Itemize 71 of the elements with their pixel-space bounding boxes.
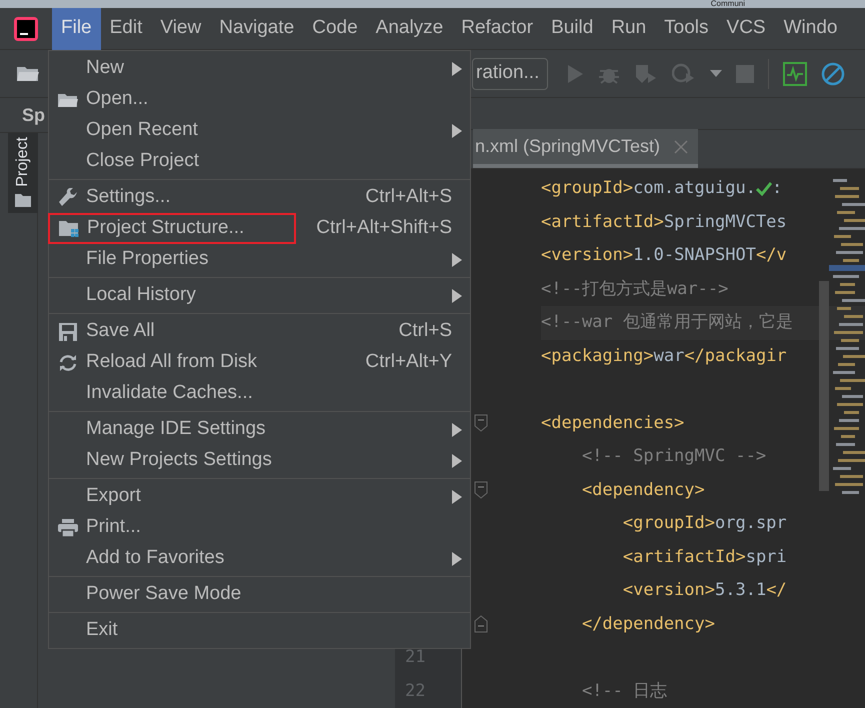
code-line: <groupId>org.spr (622, 512, 787, 535)
run-configuration-dropdown[interactable]: ration... (472, 58, 548, 90)
menu-item[interactable]: Open... (49, 84, 470, 115)
shield-play-icon[interactable] (634, 62, 658, 84)
fold-marker-icon[interactable] (474, 414, 488, 432)
menu-bar-item[interactable]: Windo (774, 8, 846, 50)
play-icon[interactable] (566, 64, 584, 84)
check-icon (756, 182, 772, 196)
caret-icon[interactable] (710, 70, 722, 78)
code-line: <!-- 日志 (580, 680, 668, 702)
menu-item[interactable]: Reload All from Disk Ctrl+Alt+Y (49, 347, 470, 378)
editor-tab[interactable]: n.xml (SpringMVCTest) (473, 129, 698, 168)
code-line: <groupId>com.atguigu. : (541, 177, 782, 200)
menu-item[interactable]: Open Recent (49, 115, 470, 146)
menu-item[interactable]: Invalidate Caches... (49, 378, 470, 409)
code-line: <artifactId>SpringMVCTes (541, 210, 787, 234)
scrollbar-thumb[interactable] (819, 281, 829, 491)
code-line: </dependency> (580, 612, 715, 636)
menu-bar-item[interactable]: Edit (100, 8, 152, 50)
menu-bar-item[interactable]: VCS (718, 8, 775, 50)
fold-marker-icon[interactable] (474, 615, 488, 634)
menu-bar-item[interactable]: File (52, 8, 101, 50)
code-line: <!--war 包通常用于网站，它是 (541, 311, 793, 334)
menu-item[interactable]: New (49, 53, 470, 84)
menu-item[interactable]: Export (49, 481, 470, 512)
refresh-icon (58, 352, 78, 372)
menu-item[interactable]: Settings... Ctrl+Alt+S (49, 182, 470, 213)
monitor-icon[interactable] (783, 62, 808, 86)
stop-icon[interactable] (736, 64, 754, 82)
menu-item[interactable]: Exit (49, 615, 470, 646)
app-logo-icon (14, 16, 38, 40)
folder-grid-icon (58, 218, 80, 238)
shortcut-label: Ctrl+S (398, 319, 453, 344)
menu-item[interactable]: New Projects Settings (49, 445, 470, 476)
shortcut-label: Ctrl+Alt+Y (365, 350, 453, 374)
menu-bar-item[interactable]: Run (602, 8, 656, 50)
code-line: <!--打包方式是war--> (541, 278, 728, 300)
shortcut-label: Ctrl+Alt+S (365, 185, 453, 210)
panel-title: Sp (22, 104, 46, 127)
menu-bar-item[interactable]: Analyze (366, 8, 452, 50)
window-caption: Communi (710, 0, 745, 8)
menu-bar-item[interactable]: Code (303, 8, 367, 50)
folder-icon (15, 193, 31, 207)
code-line: <packaging>war</packagir (541, 344, 787, 368)
tool-window-tab[interactable]: Project (8, 133, 38, 213)
code-line: <version>5.3.1</ (622, 579, 787, 602)
menu-item[interactable]: Save All Ctrl+S (49, 316, 470, 347)
menu-item[interactable]: Add to Favorites (49, 543, 470, 574)
menu-item[interactable]: Local History (49, 280, 470, 311)
menu-bar-item[interactable]: Navigate (210, 8, 304, 50)
menu-bar-item[interactable]: Tools (655, 8, 718, 50)
code-line: <dependencies> (541, 412, 684, 434)
fold-marker-icon[interactable] (474, 481, 488, 500)
printer-icon (56, 518, 78, 538)
code-line: <dependency> (580, 478, 705, 502)
menu-bar-item[interactable]: Refactor (452, 8, 542, 50)
menu-bar-item[interactable]: View (151, 8, 210, 50)
menu-item[interactable]: Close Project (49, 146, 470, 177)
menu-item[interactable]: Print... (49, 512, 470, 543)
close-icon[interactable] (674, 140, 688, 154)
menu-bar-item[interactable]: Build (542, 8, 602, 50)
menu-item[interactable]: Manage IDE Settings (49, 414, 470, 445)
code-line: <artifactId>spri (622, 546, 787, 568)
code-line: <version>1.0-SNAPSHOT</v (541, 244, 787, 267)
gauge-play-icon[interactable] (672, 62, 696, 84)
shortcut-label: Ctrl+Alt+Shift+S (316, 216, 453, 240)
wrench-icon (56, 188, 78, 208)
menu-item[interactable]: Power Save Mode (49, 579, 470, 610)
menu-item[interactable]: File Properties (49, 244, 470, 275)
no-entry-icon[interactable] (821, 62, 846, 86)
code-line: <!-- SpringMVC --> (580, 445, 766, 468)
